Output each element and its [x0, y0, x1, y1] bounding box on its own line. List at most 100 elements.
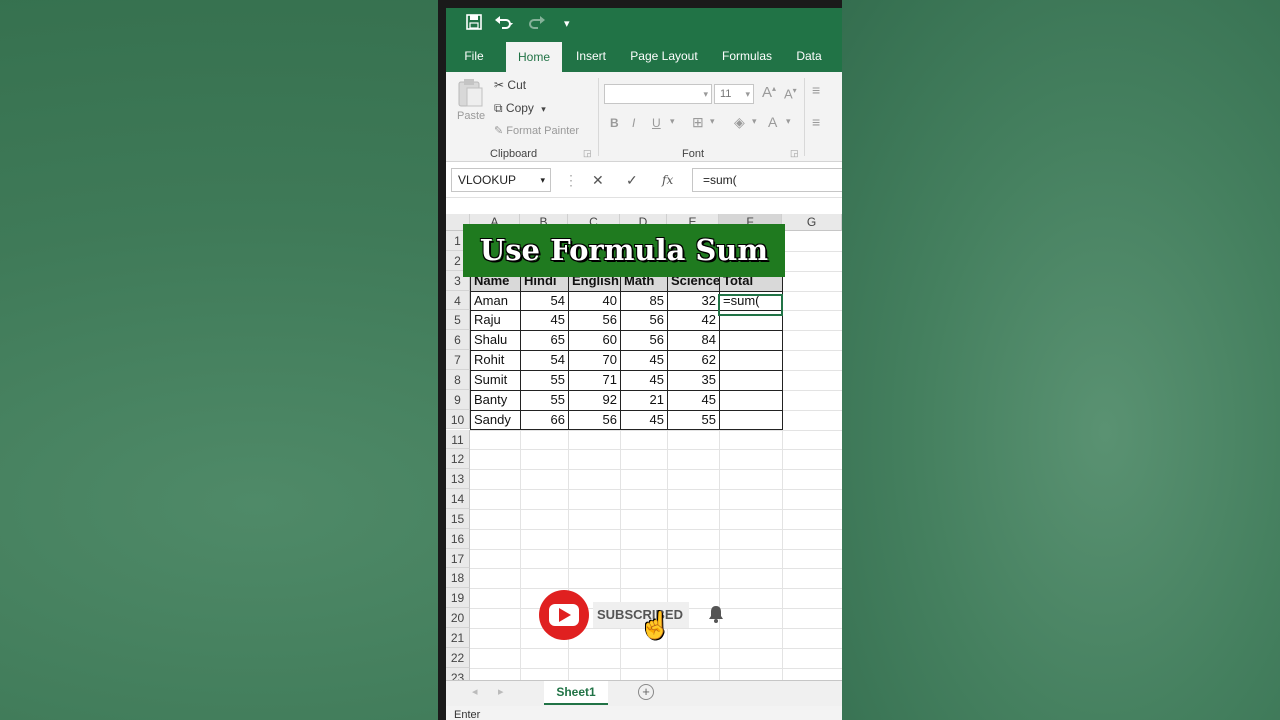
chevron-down-icon[interactable]: ▾: [670, 116, 675, 127]
scissors-icon: ✂: [494, 78, 505, 92]
sheet-tab-sheet1[interactable]: Sheet1: [544, 681, 608, 705]
video-banner-title: Use Formula Sum: [463, 224, 785, 277]
row-header[interactable]: 11: [446, 429, 470, 450]
table-border: [470, 369, 783, 371]
status-mode: Enter: [454, 709, 481, 720]
chevron-down-icon[interactable]: ▾: [710, 116, 715, 127]
group-divider: [598, 78, 599, 156]
title-bar: ▾: [446, 8, 842, 40]
font-group-label: Font: [682, 148, 705, 160]
pointer-hand-icon: ☝: [639, 610, 672, 640]
row-header[interactable]: 21: [446, 628, 470, 648]
column-header-g[interactable]: G: [782, 214, 842, 231]
table-border: [470, 409, 783, 411]
copy-button[interactable]: ⧉ Copy ▾: [494, 101, 546, 116]
align-top-icon[interactable]: ≡: [812, 82, 820, 98]
grid-line: [470, 508, 842, 510]
row-header[interactable]: 15: [446, 508, 470, 529]
active-cell[interactable]: [718, 294, 783, 316]
tab-formulas[interactable]: Formulas: [716, 40, 778, 72]
formula-input[interactable]: =sum(: [692, 168, 842, 192]
grid-line: [470, 469, 842, 471]
tab-file[interactable]: File: [458, 40, 490, 72]
underline-button[interactable]: U: [652, 116, 661, 130]
paintbrush-icon: ✎: [494, 125, 504, 137]
align-left-icon[interactable]: ≡: [812, 114, 820, 130]
row-header[interactable]: 14: [446, 489, 470, 509]
table-border: [470, 350, 783, 352]
row-header[interactable]: 4: [446, 290, 470, 311]
grid-line: [470, 647, 842, 649]
row-header[interactable]: 18: [446, 568, 470, 589]
chevron-down-icon: ▾: [540, 175, 545, 185]
row-header[interactable]: 10: [446, 409, 470, 430]
bold-button[interactable]: B: [610, 116, 619, 130]
scroll-right-icon[interactable]: ▸: [498, 685, 504, 698]
customize-toolbar-icon[interactable]: ▾: [564, 17, 570, 30]
grid-line: [470, 449, 842, 451]
insert-function-button[interactable]: fx: [662, 168, 673, 192]
format-painter-button[interactable]: ✎ Format Painter: [494, 124, 579, 137]
row-header[interactable]: 7: [446, 350, 470, 370]
more-icon: ⋮: [564, 172, 578, 188]
grid-line: [470, 528, 842, 530]
redo-icon[interactable]: [526, 14, 548, 33]
copy-label: Copy: [505, 101, 534, 115]
tab-page-layout[interactable]: Page Layout: [626, 40, 702, 72]
tab-data[interactable]: Data: [792, 40, 826, 72]
format-painter-label: Format Painter: [506, 125, 580, 137]
row-header[interactable]: 22: [446, 647, 470, 668]
dialog-launcher-icon[interactable]: ◲: [583, 148, 592, 159]
grid-line: [470, 667, 842, 669]
table-border: [470, 389, 783, 391]
status-bar: Enter: [446, 706, 842, 720]
grid-line: [470, 568, 842, 570]
row-header[interactable]: 5: [446, 310, 470, 331]
grid-line: [470, 489, 842, 491]
add-sheet-icon[interactable]: +: [638, 684, 654, 700]
row-header[interactable]: 23: [446, 667, 470, 680]
save-icon[interactable]: [466, 14, 482, 33]
name-box[interactable]: VLOOKUP ▾: [451, 168, 551, 192]
shrink-font-button[interactable]: A▾: [784, 86, 797, 101]
grow-font-label: A: [762, 84, 773, 101]
font-size-value: 11: [720, 88, 732, 100]
row-header[interactable]: 8: [446, 369, 470, 390]
chevron-down-icon[interactable]: ▾: [752, 116, 757, 127]
copy-icon: ⧉: [494, 101, 503, 115]
paste-button[interactable]: Paste: [456, 78, 486, 128]
font-name-field[interactable]: ▾: [604, 84, 712, 104]
confirm-entry-button[interactable]: ✓: [626, 168, 638, 192]
fill-color-icon[interactable]: ◈: [734, 114, 745, 131]
formula-bar: VLOOKUP ▾ ⋮ ✕ ✓ fx =sum(: [446, 162, 842, 198]
ribbon: Paste ✂ Cut ⧉ Copy ▾ ✎ Format Painter Cl…: [446, 72, 842, 162]
group-divider: [804, 78, 805, 156]
scroll-left-icon[interactable]: ◂: [472, 685, 478, 698]
background-right: [842, 0, 1280, 720]
row-header[interactable]: 6: [446, 330, 470, 351]
youtube-logo-icon: [539, 590, 589, 640]
row-header[interactable]: 19: [446, 588, 470, 609]
tab-insert[interactable]: Insert: [570, 40, 612, 72]
chevron-down-icon[interactable]: ▾: [786, 116, 791, 127]
cancel-entry-button[interactable]: ✕: [592, 168, 604, 192]
table-border: [470, 330, 783, 332]
row-header[interactable]: 20: [446, 608, 470, 628]
font-size-field[interactable]: 11 ▾: [714, 84, 754, 104]
grow-font-button[interactable]: A▴: [762, 84, 776, 101]
excel-window: ▾ File Home Insert Page Layout Formulas …: [446, 8, 842, 720]
tab-home[interactable]: Home: [506, 42, 562, 72]
italic-button[interactable]: I: [632, 116, 635, 130]
undo-icon[interactable]: [494, 14, 516, 33]
row-header[interactable]: 12: [446, 449, 470, 470]
row-header[interactable]: 16: [446, 528, 470, 549]
row-header[interactable]: 17: [446, 548, 470, 569]
font-color-button[interactable]: A: [768, 114, 777, 130]
borders-icon[interactable]: ⊞: [692, 114, 704, 131]
row-header[interactable]: 13: [446, 469, 470, 490]
cut-button[interactable]: ✂ Cut: [494, 78, 526, 92]
dialog-launcher-icon[interactable]: ◲: [790, 148, 799, 159]
chevron-down-icon: ▾: [745, 89, 750, 99]
subscribe-overlay[interactable]: SUBSCRIBED ☝: [539, 590, 729, 640]
row-header[interactable]: 9: [446, 389, 470, 410]
